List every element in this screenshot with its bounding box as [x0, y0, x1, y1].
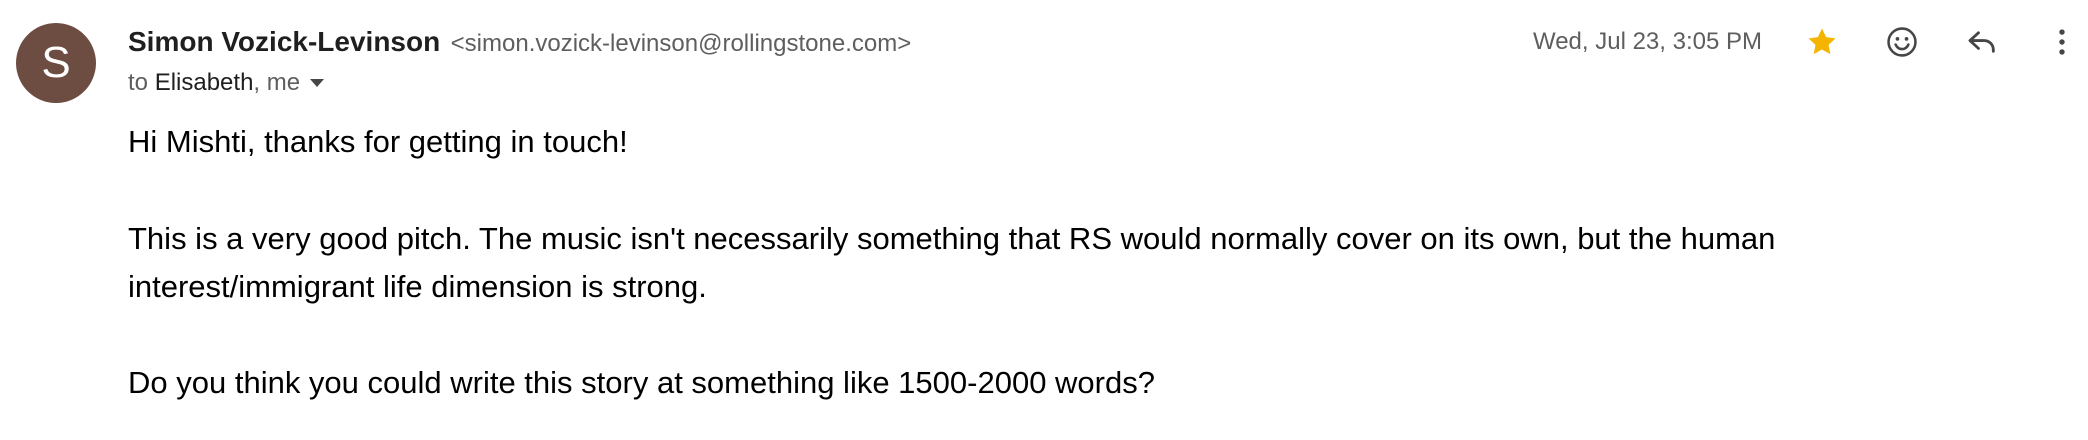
message-date: Wed, Jul 23, 3:05 PM [1532, 28, 1762, 55]
email-paragraph-2: Do you think you could write this story … [128, 365, 1155, 400]
avatar[interactable]: S [16, 23, 96, 103]
sender-line: Simon Vozick-Levinson <simon.vozick-levi… [128, 22, 911, 67]
show-details-dropdown-icon[interactable] [310, 79, 325, 87]
recipient-name: Elisabeth [154, 69, 254, 96]
more-options-button[interactable] [2040, 20, 2084, 64]
star-button[interactable] [1800, 20, 1844, 64]
avatar-letter: S [41, 38, 71, 87]
recipients-prefix: to [128, 69, 149, 96]
email-greeting: Hi Mishti, thanks for getting in touch! [128, 124, 628, 159]
star-icon [1808, 28, 1836, 55]
sender-email: <simon.vozick-levinson@rollingstone.com> [450, 30, 912, 57]
reply-icon [1968, 31, 1995, 53]
recipients-rest: , me [253, 69, 301, 96]
add-reaction-button[interactable] [1880, 20, 1924, 64]
emoji-icon [1887, 27, 1917, 57]
sender-name[interactable]: Simon Vozick-Levinson [128, 26, 440, 57]
recipients-line: to Elisabeth, me [128, 65, 325, 101]
reply-button[interactable] [1960, 20, 2004, 64]
more-vertical-icon [2059, 29, 2065, 55]
email-paragraph-1: This is a very good pitch. The music isn… [128, 221, 1776, 304]
